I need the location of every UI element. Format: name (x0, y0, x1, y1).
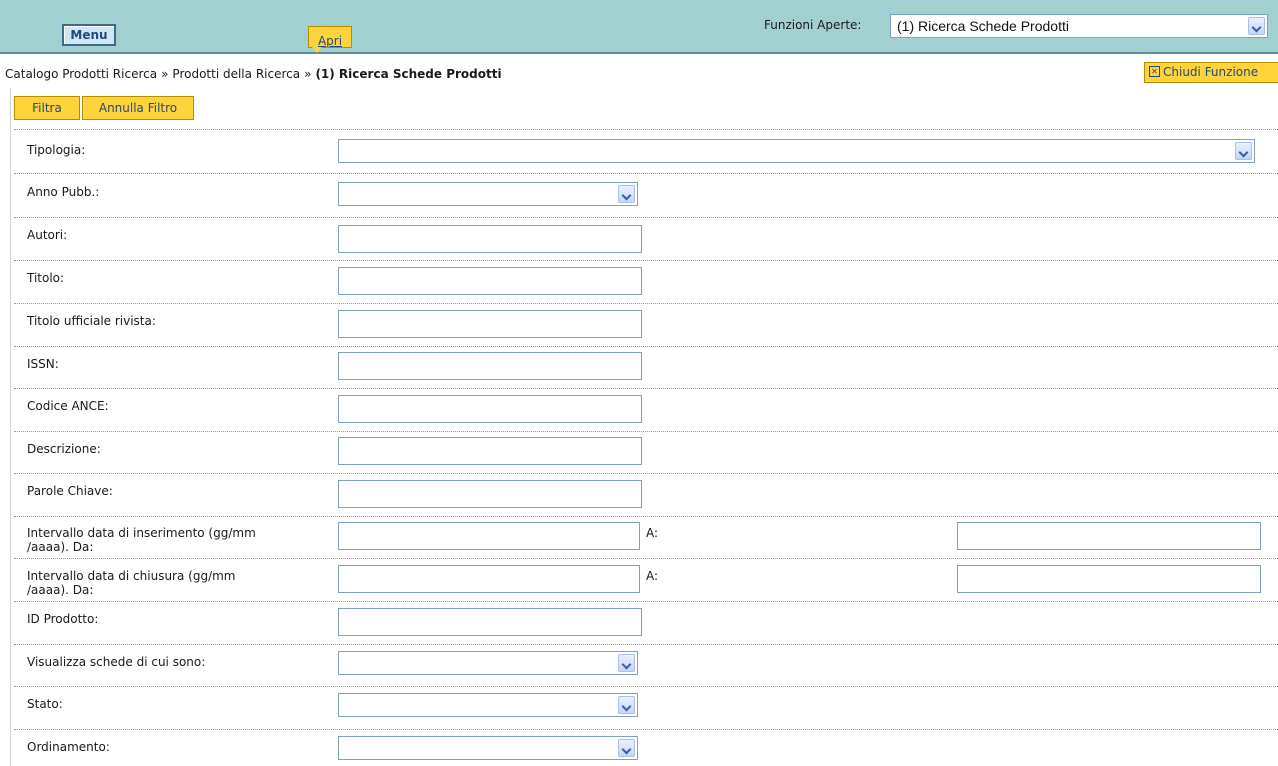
breadcrumb-separator: » (304, 67, 312, 81)
chevron-down-icon[interactable] (1248, 17, 1265, 35)
divider (14, 129, 1278, 130)
apri-button[interactable]: Apri (308, 26, 352, 48)
tipologia-select[interactable] (338, 139, 1255, 163)
divider (14, 558, 1278, 559)
divider (14, 303, 1278, 304)
chevron-down-icon[interactable] (618, 739, 635, 757)
breadcrumb-current: (1) Ricerca Schede Prodotti (315, 67, 502, 81)
data-inserimento-a-label: A: (646, 526, 659, 540)
parole-chiave-input[interactable] (338, 480, 642, 508)
data-chiusura-label-line2: /aaaa). Da: (27, 583, 94, 597)
titolo-rivista-input[interactable] (338, 310, 642, 338)
parole-chiave-label: Parole Chiave: (27, 484, 113, 498)
divider (14, 686, 1278, 687)
autori-label: Autori: (27, 228, 68, 242)
chevron-down-icon[interactable] (618, 696, 635, 714)
chiudi-funzione-button[interactable]: ✕ Chiudi Funzione (1144, 62, 1278, 83)
data-chiusura-label-line1: Intervallo data di chiusura (gg/mm (27, 569, 236, 583)
breadcrumb-separator: » (161, 67, 169, 81)
data-inserimento-a-input[interactable] (957, 522, 1261, 550)
divider (14, 260, 1278, 261)
visualizza-schede-label: Visualizza schede di cui sono: (27, 655, 206, 669)
codice-ance-input[interactable] (338, 395, 642, 423)
close-icon: ✕ (1149, 66, 1160, 77)
data-chiusura-a-input[interactable] (957, 565, 1261, 593)
chevron-down-icon[interactable] (618, 185, 635, 203)
divider (14, 217, 1278, 218)
descrizione-input[interactable] (338, 437, 642, 465)
data-chiusura-label: Intervallo data di chiusura (gg/mm /aaaa… (27, 569, 236, 597)
apri-button-label: Apri (317, 34, 343, 48)
issn-input[interactable] (338, 352, 642, 380)
id-prodotto-label: ID Prodotto: (27, 612, 99, 626)
breadcrumb-item-prodotti[interactable]: Prodotti della Ricerca (172, 67, 300, 81)
divider (14, 644, 1278, 645)
chevron-down-icon[interactable] (618, 654, 635, 672)
funzioni-aperte-value: (1) Ricerca Schede Prodotti (897, 18, 1069, 34)
data-chiusura-da-input[interactable] (338, 565, 640, 593)
stato-label: Stato: (27, 697, 63, 711)
ordinamento-label: Ordinamento: (27, 740, 110, 754)
menu-button[interactable]: Menu (62, 24, 116, 46)
divider (14, 473, 1278, 474)
divider (14, 729, 1278, 730)
divider (14, 516, 1278, 517)
divider (14, 173, 1278, 174)
titolo-label: Titolo: (27, 271, 65, 285)
divider (14, 601, 1278, 602)
divider (14, 388, 1278, 389)
data-inserimento-label: Intervallo data di inserimento (gg/mm /a… (27, 526, 256, 554)
ordinamento-select[interactable] (338, 736, 638, 760)
breadcrumb-item-catalogo[interactable]: Catalogo Prodotti Ricerca (5, 67, 157, 81)
divider (14, 346, 1278, 347)
titolo-rivista-label: Titolo ufficiale rivista: (27, 314, 156, 328)
codice-ance-label: Codice ANCE: (27, 399, 109, 413)
autori-input[interactable] (338, 225, 642, 253)
funzioni-aperte-select[interactable]: (1) Ricerca Schede Prodotti (890, 14, 1268, 38)
annulla-filtro-button[interactable]: Annulla Filtro (82, 96, 194, 120)
funzioni-aperte-label: Funzioni Aperte: (764, 18, 862, 32)
divider (14, 431, 1278, 432)
id-prodotto-input[interactable] (338, 608, 642, 636)
issn-label: ISSN: (27, 357, 59, 371)
visualizza-schede-select[interactable] (338, 651, 638, 675)
anno-pubb-label: Anno Pubb.: (27, 185, 100, 199)
chiudi-funzione-label: Chiudi Funzione (1163, 65, 1259, 79)
titolo-input[interactable] (338, 267, 642, 295)
data-inserimento-label-line1: Intervallo data di inserimento (gg/mm (27, 526, 256, 540)
stato-select[interactable] (338, 693, 638, 717)
data-chiusura-a-label: A: (646, 569, 659, 583)
tipologia-label: Tipologia: (27, 143, 86, 157)
apri-pointer-icon (312, 47, 322, 53)
chevron-down-icon[interactable] (1235, 142, 1252, 160)
descrizione-label: Descrizione: (27, 442, 101, 456)
data-inserimento-da-input[interactable] (338, 522, 640, 550)
breadcrumb: Catalogo Prodotti Ricerca» Prodotti della… (5, 67, 502, 81)
anno-pubb-select[interactable] (338, 182, 638, 206)
data-inserimento-label-line2: /aaaa). Da: (27, 540, 94, 554)
filtra-button[interactable]: Filtra (14, 96, 80, 120)
